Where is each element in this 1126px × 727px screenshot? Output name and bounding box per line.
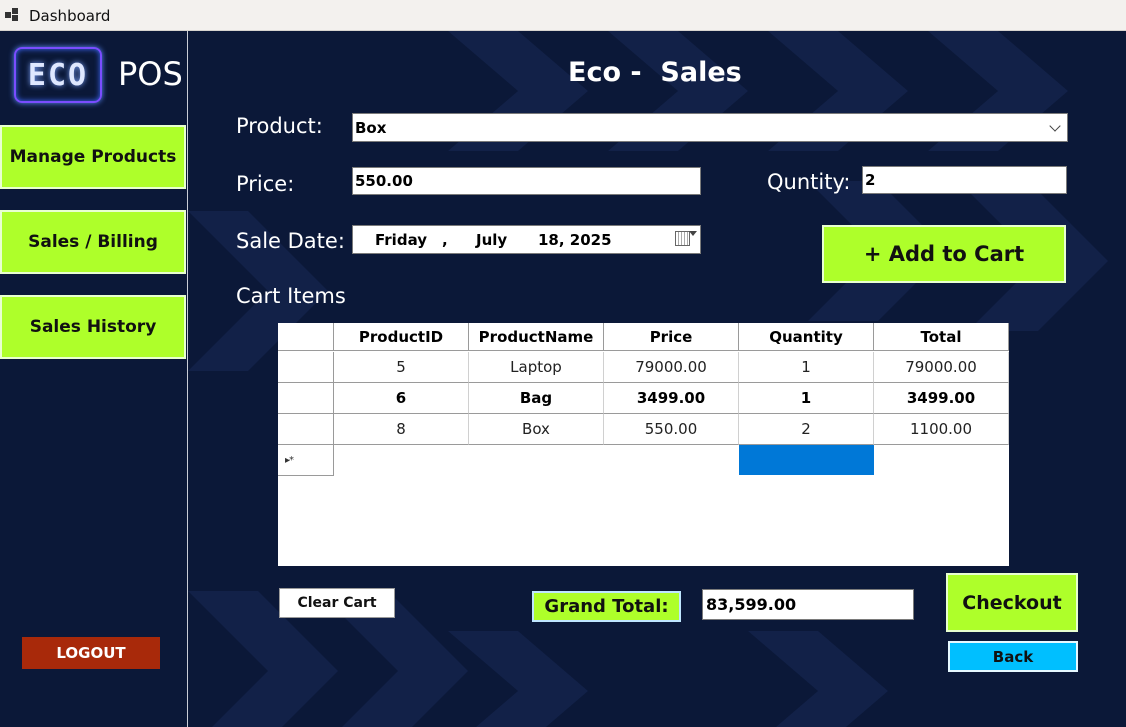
window-title: Dashboard <box>29 7 111 25</box>
column-header-productname[interactable]: ProductName <box>469 323 604 351</box>
grid-corner-header <box>278 323 334 351</box>
product-selected-value: Box <box>355 118 387 137</box>
table-cell[interactable]: 550.00 <box>604 414 739 445</box>
table-cell[interactable]: 1 <box>739 352 874 383</box>
grand-total-field[interactable]: 83,599.00 <box>702 589 914 620</box>
checkout-button[interactable]: Checkout <box>946 573 1078 632</box>
table-cell[interactable]: 79000.00 <box>874 352 1009 383</box>
row-header[interactable] <box>278 352 334 383</box>
column-header-price[interactable]: Price <box>604 323 739 351</box>
window-title-bar: Dashboard <box>0 0 1126 31</box>
table-cell[interactable]: 1100.00 <box>874 414 1009 445</box>
main-panel: Eco - Sales Product: Box Price: 550.00 Q… <box>188 31 1126 727</box>
new-row-header[interactable]: ▸* <box>278 445 334 476</box>
selected-cell[interactable] <box>739 445 874 475</box>
eco-logo: ECO <box>14 47 102 103</box>
column-header-quantity[interactable]: Quantity <box>739 323 874 351</box>
date-month: July <box>476 231 508 249</box>
sale-date-label: Sale Date: <box>236 229 345 253</box>
table-cell[interactable]: 3499.00 <box>604 383 739 414</box>
table-cell[interactable]: Bag <box>469 383 604 414</box>
product-combobox[interactable]: Box <box>352 113 1068 142</box>
manage-products-button[interactable]: Manage Products <box>0 125 186 189</box>
sales-history-button[interactable]: Sales History <box>0 295 186 359</box>
price-input[interactable]: 550.00 <box>352 167 701 195</box>
clear-cart-button[interactable]: Clear Cart <box>279 588 395 618</box>
table-cell[interactable]: 3499.00 <box>874 383 1009 414</box>
logo-suffix: POS <box>118 55 183 93</box>
grand-total-label: Grand Total: <box>532 591 681 622</box>
product-label: Product: <box>236 114 323 138</box>
row-header[interactable] <box>278 414 334 445</box>
sale-date-picker[interactable]: Friday , July 18, 2025 <box>352 225 701 254</box>
table-cell[interactable]: 1 <box>739 383 874 414</box>
date-separator: , <box>442 231 448 249</box>
table-cell[interactable]: 6 <box>334 383 469 414</box>
logout-button[interactable]: LOGOUT <box>22 637 160 669</box>
new-row-icon: ▸* <box>285 455 294 466</box>
app-window-icon <box>5 8 19 22</box>
table-cell[interactable]: 79000.00 <box>604 352 739 383</box>
logo-text: ECO <box>27 57 89 93</box>
table-cell[interactable]: Box <box>469 414 604 445</box>
sales-billing-button[interactable]: Sales / Billing <box>0 210 186 274</box>
quantity-input[interactable]: 2 <box>862 166 1067 194</box>
table-cell[interactable]: 5 <box>334 352 469 383</box>
caret-down-icon[interactable] <box>689 231 697 236</box>
price-label: Price: <box>236 172 295 196</box>
quantity-label: Quntity: <box>767 170 851 194</box>
column-header-productid[interactable]: ProductID <box>334 323 469 351</box>
date-day-year: 18, 2025 <box>538 231 612 249</box>
table-cell[interactable]: 2 <box>739 414 874 445</box>
add-to-cart-button[interactable]: + Add to Cart <box>822 225 1066 283</box>
cart-items-title: Cart Items <box>236 284 346 308</box>
column-header-total[interactable]: Total <box>874 323 1009 351</box>
sidebar: ECO POS Manage Products Sales / Billing … <box>0 31 188 727</box>
calendar-icon[interactable] <box>675 231 690 246</box>
row-header[interactable] <box>278 383 334 414</box>
back-button[interactable]: Back <box>948 641 1078 672</box>
page-title: Eco - Sales <box>568 57 742 88</box>
table-cell[interactable]: Laptop <box>469 352 604 383</box>
cart-items-grid[interactable]: ProductID ProductName Price Quantity Tot… <box>278 323 1009 566</box>
table-cell[interactable]: 8 <box>334 414 469 445</box>
chevron-down-icon[interactable] <box>1049 120 1061 132</box>
date-weekday: Friday <box>375 231 428 249</box>
